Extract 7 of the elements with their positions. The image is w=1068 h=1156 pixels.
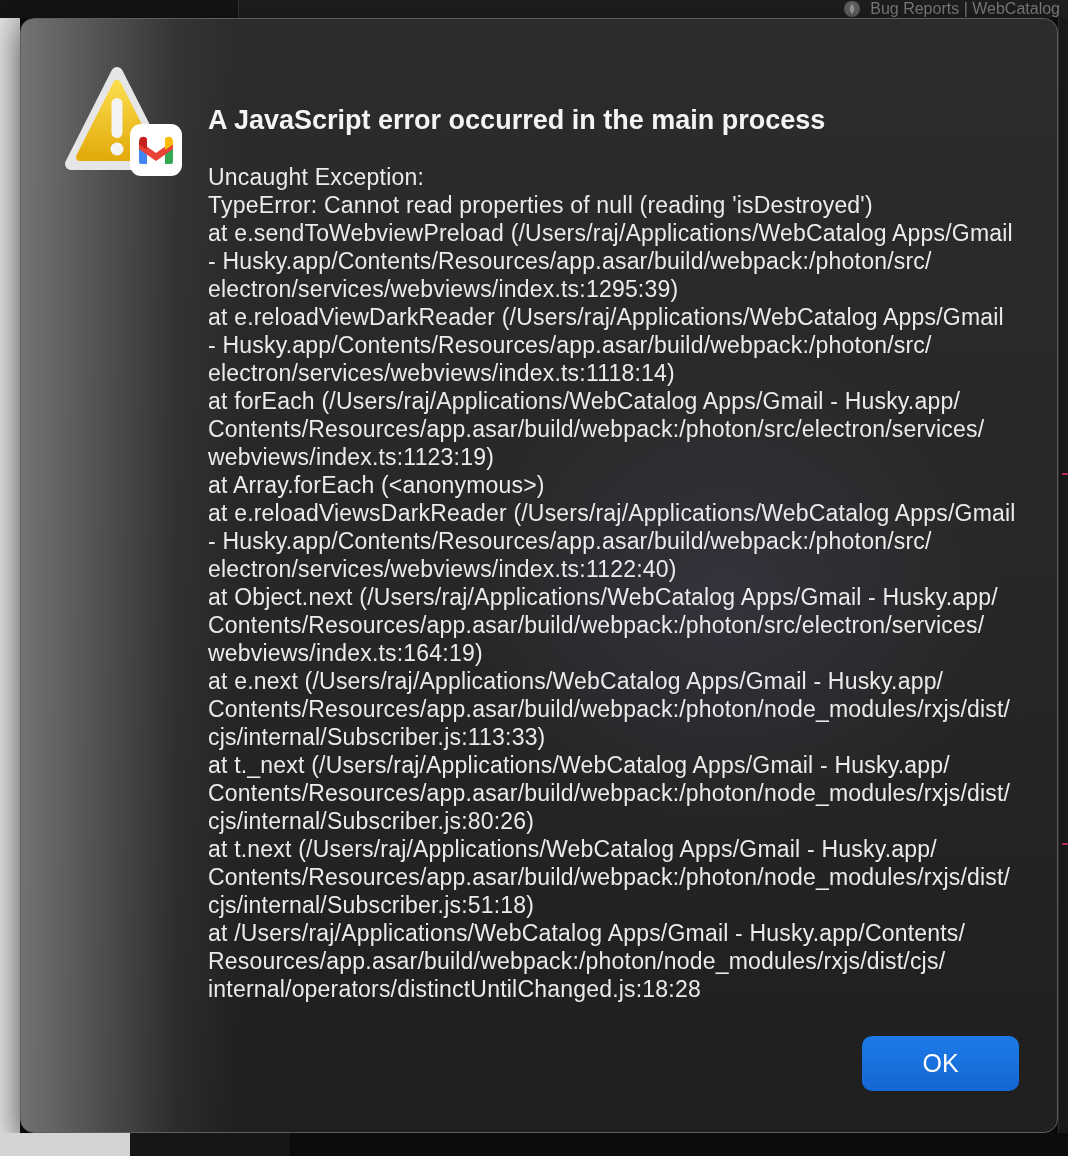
dialog-title: A JavaScript error occurred in the main process xyxy=(208,106,827,134)
circle-logo-icon xyxy=(844,1,861,17)
ok-button[interactable]: OK xyxy=(862,1036,1019,1091)
app-badge-icon xyxy=(130,124,182,176)
dash-icon xyxy=(1062,473,1068,475)
dash-icon xyxy=(1062,843,1068,845)
error-message: Uncaught Exception: TypeError: Cannot read properties of null (reading 'isDestroyed') at e.sendToWebviewPreload (/Users/raj/Applications/WebCatalog Apps/Gmail - Husky.app/Contents/Resources/app.asar/build/webpack:/photon/src/ electron/services/webviews/index.ts:1295:39) at e.reloadViewDarkReader (/Users/raj/Applications/WebCatalog Apps/Gmail - Husky.app/Contents/Resources/app.asar/build/webpack:/photon/src/ electron/services/webviews/index.ts:1118:14) at forEach (/Users/raj/Applications/WebCatalog Apps/Gmail - Husky.app/ Contents/Resources/app.asar/build/webpack:/photon/src/electron/services/ webviews/index.ts:1123:19) at Array.forEach (<anonymous>) at e.reloadViewsDarkReader (/Users/raj/Applications/WebCatalog Apps/Gmail - Husky.app/Contents/Resources/app.asar/build/webpack:/photon/src/ electron/services/webviews/index.ts:1122:40) at Object.next (/Users/raj/Applications/WebCatalog Apps/Gmail - Husky.app/ Contents/Resources/app.asar/build/webpack:/photon/src/electron/services/ webviews/index.ts:164:19) at e.next (/Users/raj/Applications/WebCatalog Apps/Gmail - Husky.app/ Contents/Resources/app.asar/build/webpack:/photon/node_modules/rxjs/dist/ cjs/internal/Subscriber.js:113:33) at t._next (/Users/raj/Applications/WebCatalog Apps/Gmail - Husky.app/ Contents/Resources/app.asar/build/webpack:/photon/node_modules/rxjs/dist/ cjs/internal/Subscriber.js:80:26) at t.next (/Users/raj/Applications/WebCatalog Apps/Gmail - Husky.app/ Contents/Resources/app.asar/build/webpack:/photon/node_modules/rxjs/dist/ cjs/internal/Subscriber.js:51:18) at /Users/raj/Applications/WebCatalog Apps/Gmail - Husky.app/Contents/ Resources/app.asar/build/webpack:/photon/node_modules/rxjs/dist/cjs/ internal/operators/distinctUntilChanged.js:18:28 xyxy=(208,163,1017,1003)
